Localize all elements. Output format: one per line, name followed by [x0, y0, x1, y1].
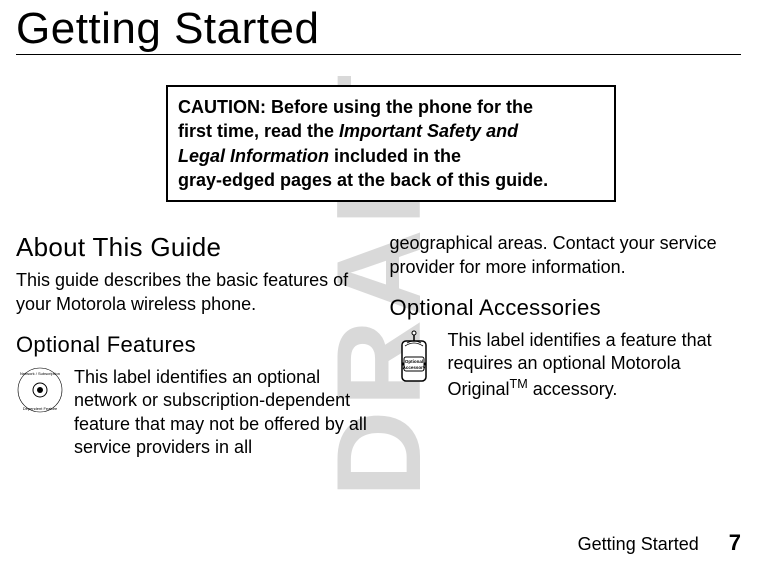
caution-line1: Before using the phone for the [266, 97, 533, 117]
page-title: Getting Started [16, 0, 741, 55]
about-guide-heading: About This Guide [16, 232, 368, 263]
caution-line2-italic: Important Safety and [339, 121, 518, 141]
footer-page-number: 7 [729, 530, 741, 556]
caution-line4: gray-edged pages at the back of this gui… [178, 168, 604, 192]
about-guide-body: This guide describes the basic features … [16, 269, 368, 316]
network-subscription-icon: Network / Subscription Dependent Feature [16, 366, 64, 414]
caution-line2a: first time, read the [178, 121, 339, 141]
footer-section: Getting Started [578, 534, 699, 555]
page-container: Getting Started CAUTION: Before using th… [0, 0, 757, 568]
caution-box: CAUTION: Before using the phone for the … [166, 85, 616, 202]
right-column: geographical areas. Contact your service… [390, 232, 742, 459]
optional-accessories-body: This label identifies a feature that req… [448, 329, 742, 401]
optional-features-heading: Optional Features [16, 332, 368, 358]
svg-text:Dependent Feature: Dependent Feature [23, 406, 58, 411]
optional-features-block: Network / Subscription Dependent Feature… [16, 366, 368, 460]
two-column-layout: About This Guide This guide describes th… [16, 232, 741, 459]
optional-features-body: This label identifies an optional networ… [74, 366, 368, 460]
left-column: About This Guide This guide describes th… [16, 232, 368, 459]
optional-accessory-icon: Optional Accessory [390, 329, 438, 385]
optional-accessories-block: Optional Accessory This label identifies… [390, 329, 742, 401]
caution-prefix: CAUTION: [178, 97, 266, 117]
caution-line3-italic: Legal Information [178, 146, 329, 166]
page-footer: Getting Started 7 [578, 530, 741, 556]
svg-text:Accessory: Accessory [402, 365, 425, 370]
svg-text:Network / Subscription: Network / Subscription [20, 371, 60, 376]
caution-line3-rest: included in the [329, 146, 461, 166]
accessory-text-b: accessory. [528, 379, 618, 399]
accessory-tm: TM [510, 377, 528, 391]
optional-accessories-heading: Optional Accessories [390, 295, 742, 321]
svg-text:Optional: Optional [404, 359, 422, 364]
continued-body: geographical areas. Contact your service… [390, 232, 742, 279]
